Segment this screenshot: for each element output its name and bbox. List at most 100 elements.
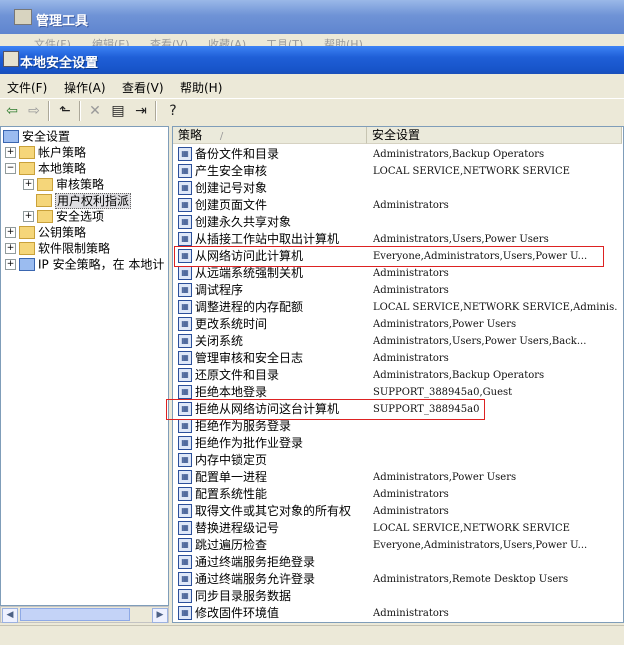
forward-arrow-icon[interactable]: ⇨ <box>25 103 43 119</box>
table-row[interactable]: ▦ 产生安全审核 LOCAL SERVICE,NETWORK SERVICE <box>175 163 622 180</box>
policy-icon: ▦ <box>178 181 192 195</box>
table-row[interactable]: ▦ 关闭系统 Administrators,Users,Power Users,Ba… <box>175 333 622 350</box>
bg-menu-tools: 工具(T) <box>266 38 304 46</box>
policy-icon: ▦ <box>178 572 192 586</box>
expand-icon[interactable]: + <box>5 147 16 158</box>
policy-setting: LOCAL SERVICE,NETWORK SERVICE <box>373 523 570 534</box>
table-row[interactable]: ▦ 配置系统性能 Administrators <box>175 486 622 503</box>
policy-icon: ▦ <box>178 300 192 314</box>
policy-name: 管理审核和安全日志 <box>195 351 304 365</box>
table-row[interactable]: ▦ 从网络访问此计算机 Everyone,Administrators,Users,… <box>175 248 622 265</box>
tree-item-audit-policy[interactable]: + 审核策略 <box>23 176 104 192</box>
collapse-icon[interactable]: − <box>5 163 16 174</box>
table-row[interactable]: ▦ 创建记号对象 <box>175 180 622 197</box>
policy-icon: ▦ <box>178 368 192 382</box>
table-row[interactable]: ▦ 备份文件和目录 Administrators,Backup Operators <box>175 146 622 163</box>
scroll-right-icon[interactable]: ▶ <box>152 608 168 623</box>
table-row[interactable]: ▦ 调整进程的内存配额 LOCAL SERVICE,NETWORK SERVICE,… <box>175 299 622 316</box>
policy-setting: Administrators <box>373 353 449 364</box>
policy-name: 还原文件和目录 <box>195 368 280 382</box>
menu-action[interactable]: 操作(A) <box>64 79 106 96</box>
table-row[interactable]: ▦ 同步目录服务数据 <box>175 588 622 605</box>
tree-item-account-policies[interactable]: + 帐户策略 <box>5 144 86 160</box>
table-row[interactable]: ▦ 创建永久共享对象 <box>175 214 622 231</box>
policy-name: 内存中锁定页 <box>195 453 268 467</box>
expand-icon[interactable]: + <box>5 243 16 254</box>
table-row[interactable]: ▦ 从插接工作站中取出计算机 Administrators,Users,Power … <box>175 231 622 248</box>
menu-file[interactable]: 文件(F) <box>7 79 47 96</box>
column-header-policy[interactable]: 策略 / <box>173 127 367 144</box>
expand-icon[interactable]: + <box>23 179 34 190</box>
tree-item-local-policies[interactable]: − 本地策略 <box>5 160 86 176</box>
properties-icon[interactable]: ▤ <box>109 103 127 119</box>
table-row[interactable]: ▦ 更改系统时间 Administrators,Power Users <box>175 316 622 333</box>
delete-icon[interactable]: ✕ <box>86 103 104 119</box>
tree-item-ip-security[interactable]: + IP 安全策略，在 本地计 <box>5 256 168 272</box>
background-window-title: 管理工具 <box>36 14 89 29</box>
table-row[interactable]: ▦ 管理审核和安全日志 Administrators <box>175 350 622 367</box>
policy-name: 通过终端服务拒绝登录 <box>195 555 316 569</box>
table-row[interactable]: ▦ 还原文件和目录 Administrators,Backup Operators <box>175 367 622 384</box>
table-row[interactable]: ▦ 通过终端服务拒绝登录 <box>175 554 622 571</box>
policy-setting: Administrators,Backup Operators <box>373 149 545 160</box>
policy-name: 更改系统时间 <box>195 317 268 331</box>
policy-icon: ▦ <box>178 453 192 467</box>
expand-icon[interactable]: + <box>5 259 16 270</box>
policy-name: 同步目录服务数据 <box>195 589 292 603</box>
table-row[interactable]: ▦ 调试程序 Administrators <box>175 282 622 299</box>
table-row[interactable]: ▦ 从远端系统强制关机 Administrators <box>175 265 622 282</box>
policy-icon: ▦ <box>178 521 192 535</box>
policy-setting: SUPPORT_388945a0,Guest <box>373 387 513 398</box>
table-row[interactable]: ▦ 拒绝本地登录 SUPPORT_388945a0,Guest <box>175 384 622 401</box>
table-row[interactable]: ▦ 拒绝作为服务登录 <box>175 418 622 435</box>
policy-setting: Administrators <box>373 506 449 517</box>
table-row[interactable]: ▦ 跳过遍历检查 Everyone,Administrators,Users,Pow… <box>175 537 622 554</box>
table-row[interactable]: ▦ 替换进程级记号 LOCAL SERVICE,NETWORK SERVICE <box>175 520 622 537</box>
policy-icon: ▦ <box>178 487 192 501</box>
table-row[interactable]: ▦ 取得文件或其它对象的所有权 Administrators <box>175 503 622 520</box>
export-list-icon[interactable]: ⇥ <box>132 103 150 119</box>
help-icon[interactable]: ? <box>164 103 182 119</box>
tree-item-software-restriction[interactable]: + 软件限制策略 <box>5 240 110 256</box>
policy-icon: ▦ <box>178 402 192 416</box>
table-row[interactable]: ▦ 通过终端服务允许登录 Administrators,Remote Desktop… <box>175 571 622 588</box>
folder-icon <box>37 210 53 223</box>
expand-icon[interactable]: + <box>23 211 34 222</box>
policy-icon: ▦ <box>178 555 192 569</box>
policy-icon: ▦ <box>178 538 192 552</box>
table-row[interactable]: ▦ 拒绝从网络访问这台计算机 SUPPORT_388945a0 <box>175 401 622 418</box>
policy-name: 从插接工作站中取出计算机 <box>195 232 340 246</box>
tree-root[interactable]: 安全设置 <box>3 128 70 144</box>
policy-setting: Administrators,Power Users <box>373 472 517 483</box>
bg-menu-edit: 编辑(E) <box>92 38 130 46</box>
policy-icon: ▦ <box>178 198 192 212</box>
tree-item-user-rights-assignment[interactable]: 用户权利指派 <box>23 192 132 209</box>
policy-icon: ▦ <box>178 385 192 399</box>
table-row[interactable]: ▦ 配置单一进程 Administrators,Power Users <box>175 469 622 486</box>
policy-setting: Administrators <box>373 285 449 296</box>
policy-setting: Everyone,Administrators,Users,Power U... <box>373 540 588 551</box>
background-window-titlebar <box>0 0 624 34</box>
column-header-setting[interactable]: 安全设置 <box>367 127 622 144</box>
table-row[interactable]: ▦ 创建页面文件 Administrators <box>175 197 622 214</box>
menu-view[interactable]: 查看(V) <box>122 79 164 96</box>
scroll-left-icon[interactable]: ◀ <box>2 608 18 623</box>
policy-setting: Administrators,Backup Operators <box>373 370 545 381</box>
policy-icon: ▦ <box>178 334 192 348</box>
back-arrow-icon[interactable]: ⇦ <box>3 103 21 119</box>
window-title: 本地安全设置 <box>20 56 99 71</box>
table-row[interactable]: ▦ 内存中锁定页 <box>175 452 622 469</box>
table-row[interactable]: ▦ 修改固件环境值 Administrators <box>175 605 622 622</box>
up-folder-icon[interactable]: ⬑ <box>56 103 74 119</box>
expand-icon[interactable]: + <box>5 227 16 238</box>
policy-icon: ▦ <box>178 232 192 246</box>
policy-icon: ▦ <box>178 351 192 365</box>
policy-name: 拒绝作为批作业登录 <box>195 436 304 450</box>
tree-item-security-options[interactable]: + 安全选项 <box>23 208 104 224</box>
bg-menu-help: 帮助(H) <box>324 38 363 46</box>
tree-item-public-key-policies[interactable]: + 公钥策略 <box>5 224 86 240</box>
table-row[interactable]: ▦ 拒绝作为批作业登录 <box>175 435 622 452</box>
policy-name: 拒绝本地登录 <box>195 385 268 399</box>
tree-scroll-thumb[interactable] <box>20 608 130 621</box>
menu-help[interactable]: 帮助(H) <box>180 79 222 96</box>
